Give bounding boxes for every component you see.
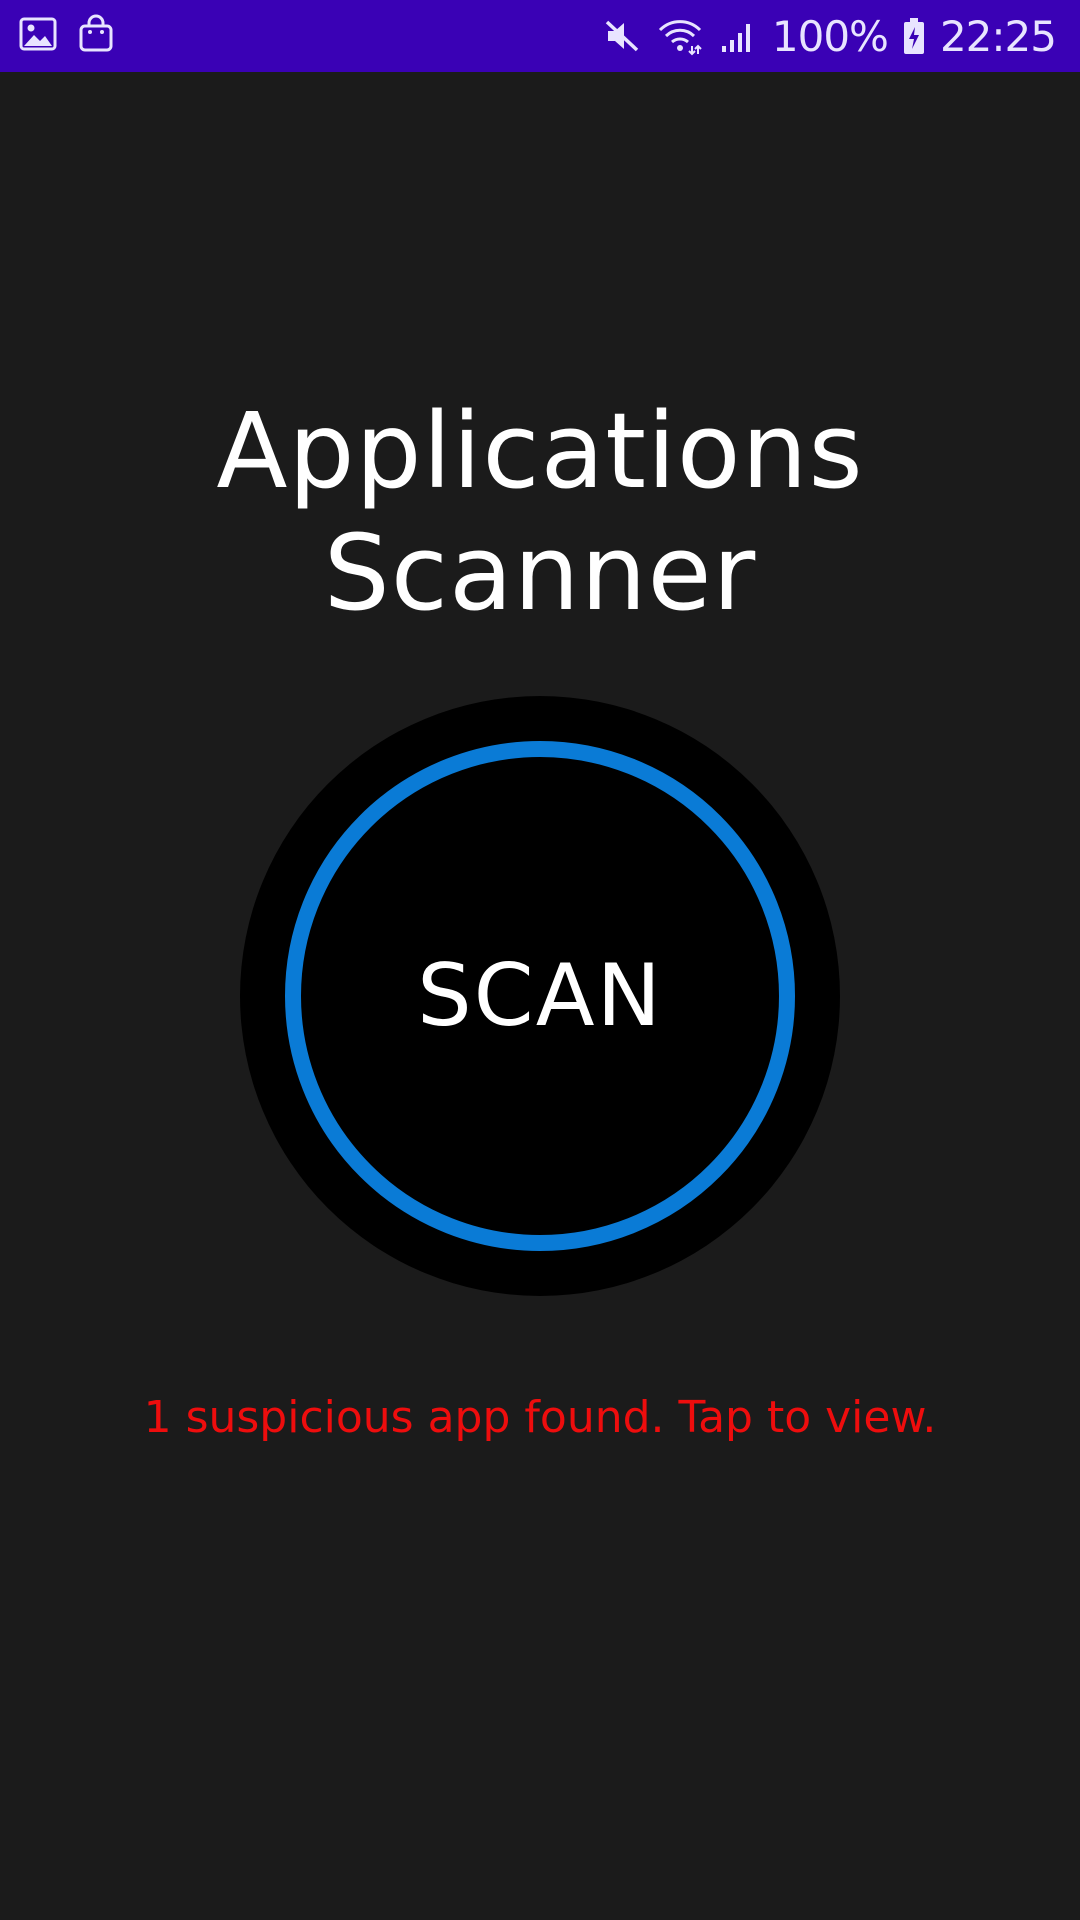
- image-icon: [18, 14, 58, 54]
- mute-icon: [602, 16, 642, 56]
- clock: 22:25: [939, 11, 1057, 61]
- scan-button[interactable]: [285, 741, 795, 1251]
- wifi-icon: [656, 16, 704, 56]
- battery-percent: 100%: [771, 11, 889, 61]
- status-bar: 100% 22:25: [0, 0, 1080, 72]
- signal-icon: [718, 16, 758, 56]
- suspicious-apps-message[interactable]: 1 suspicious app found. Tap to view.: [0, 1392, 1080, 1443]
- system-status: 100% 22:25: [602, 0, 1057, 72]
- app-screen: 100% 22:25 Applications Scanner SCAN 1 s…: [0, 0, 1080, 1920]
- battery-charging-icon: [902, 16, 926, 56]
- shopping-bag-icon: [76, 14, 116, 54]
- notification-icons: [18, 14, 116, 54]
- page-title: Applications Scanner: [216, 390, 864, 634]
